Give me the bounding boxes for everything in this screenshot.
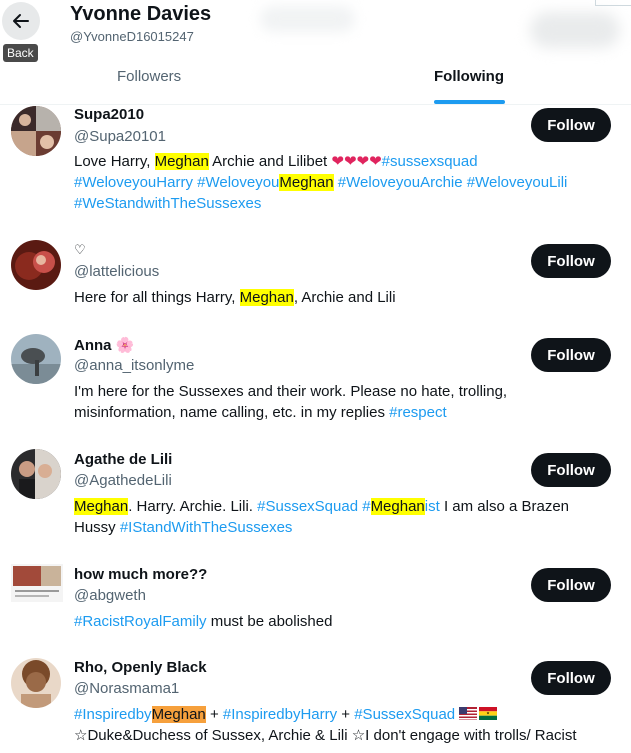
user-handle[interactable]: @Norasmama1: [74, 680, 179, 697]
hashtag-link[interactable]: #respect: [389, 404, 447, 421]
hashtag-link[interactable]: #Meghanist: [362, 498, 440, 515]
bio-text: +: [205, 706, 223, 723]
user-handle[interactable]: @lattelicious: [74, 263, 159, 280]
avatar[interactable]: [11, 240, 61, 290]
follow-button[interactable]: Follow: [531, 244, 611, 278]
avatar[interactable]: [11, 106, 61, 156]
hashtag-text: ist: [424, 498, 440, 515]
us-flag-icon: [459, 707, 478, 720]
blossom-emoji-icon: 🌸: [115, 337, 135, 354]
heart-emoji-icon: ❤❤❤❤: [331, 153, 382, 170]
bio-text: ☆Duke&Duchess of Sussex, Archie & Lili ☆…: [74, 727, 577, 744]
hashtag-link[interactable]: #WeloveyouLili: [467, 174, 568, 191]
hashtag-link[interactable]: #InspiredbyHarry: [223, 706, 337, 723]
follow-button[interactable]: Follow: [531, 338, 611, 372]
hashtag-link[interactable]: #WeloveyouArchie: [338, 174, 463, 191]
hashtag-link[interactable]: #RacistRoyalFamily: [74, 613, 207, 630]
bio-text: , Archie and Lili: [293, 289, 396, 306]
highlighted-keyword: Meghan: [370, 498, 425, 515]
user-name[interactable]: Agathe de Lili: [74, 451, 172, 468]
following-list: Supa2010 @Supa20101 Follow Love Harry, M…: [0, 0, 631, 753]
avatar[interactable]: [11, 658, 61, 708]
profile-handle: @YvonneD16015247: [70, 29, 194, 44]
hashtag-link[interactable]: #IStandWithTheSussexes: [120, 519, 293, 536]
page-title: Yvonne Davies: [70, 3, 212, 25]
hashtag-link[interactable]: #WeStandwithTheSussexes: [74, 195, 261, 212]
user-name-text: Anna: [74, 337, 112, 354]
user-handle[interactable]: @abgweth: [74, 587, 146, 604]
hashtag-link[interactable]: #WeloveyouMeghan: [197, 174, 334, 191]
avatar[interactable]: [11, 449, 61, 499]
user-bio: Love Harry, Meghan Archie and Lilibet ❤❤…: [74, 151, 614, 214]
bio-text: must be abolished: [206, 613, 333, 630]
highlighted-keyword: Meghan: [74, 498, 129, 515]
window-corner: [595, 0, 631, 6]
highlighted-keyword: Meghan: [239, 289, 294, 306]
follow-button[interactable]: Follow: [531, 453, 611, 487]
hashtag-link[interactable]: #WeloveyouHarry: [74, 174, 193, 191]
ghana-flag-icon: [479, 707, 498, 720]
bio-text: +: [337, 706, 355, 723]
avatar[interactable]: [11, 334, 61, 384]
profile-header: Back Yvonne Davies @YvonneD16015247 Foll…: [0, 0, 631, 105]
bio-text: . Harry. Archie. Lili.: [128, 498, 258, 515]
hashtag-link[interactable]: #InspiredbyMeghan: [74, 706, 206, 723]
user-bio: #InspiredbyMeghan + #InspiredbyHarry + #…: [74, 704, 614, 746]
bio-text: Here for all things Harry,: [74, 289, 240, 306]
highlighted-keyword: Meghan: [151, 706, 206, 723]
highlighted-keyword: Meghan: [154, 153, 209, 170]
tab-following[interactable]: Following: [434, 68, 504, 85]
user-handle[interactable]: @Supa20101: [74, 128, 166, 145]
hashtag-text: #: [362, 498, 371, 515]
bio-text: Love Harry,: [74, 153, 155, 170]
tab-followers[interactable]: Followers: [117, 68, 181, 85]
user-bio: Meghan. Harry. Archie. Lili. #SussexSqua…: [74, 496, 614, 538]
hashtag-link[interactable]: #sussexsquad: [382, 153, 478, 170]
user-bio: Here for all things Harry, Meghan, Archi…: [74, 287, 614, 308]
highlighted-keyword: Meghan: [279, 174, 334, 191]
hashtag-link[interactable]: #SussexSquad: [354, 706, 455, 723]
back-tooltip: Back: [3, 44, 38, 62]
avatar[interactable]: [11, 564, 63, 602]
user-name[interactable]: Rho, Openly Black: [74, 659, 207, 676]
user-name[interactable]: ♡: [74, 242, 86, 258]
active-tab-indicator: [434, 100, 505, 104]
follow-button[interactable]: Follow: [531, 568, 611, 602]
arrow-left-icon: [13, 14, 29, 28]
user-name[interactable]: Supa2010: [74, 106, 144, 123]
blurred-region: [530, 12, 620, 48]
hashtag-link[interactable]: #SussexSquad: [257, 498, 358, 515]
user-handle[interactable]: @AgathedeLili: [74, 472, 172, 489]
blurred-region: [260, 6, 355, 32]
user-bio: I'm here for the Sussexes and their work…: [74, 381, 544, 423]
user-name[interactable]: Anna 🌸: [74, 336, 134, 354]
follow-button[interactable]: Follow: [531, 108, 611, 142]
user-name[interactable]: how much more??: [74, 566, 207, 583]
hashtag-text: #Weloveyou: [197, 174, 280, 191]
bio-text: Archie and Lilibet: [208, 153, 332, 170]
user-handle[interactable]: @anna_itsonlyme: [74, 357, 194, 374]
follow-button[interactable]: Follow: [531, 661, 611, 695]
user-bio: #RacistRoyalFamily must be abolished: [74, 611, 614, 632]
back-button[interactable]: [2, 2, 40, 40]
hashtag-text: #Inspiredby: [74, 706, 152, 723]
